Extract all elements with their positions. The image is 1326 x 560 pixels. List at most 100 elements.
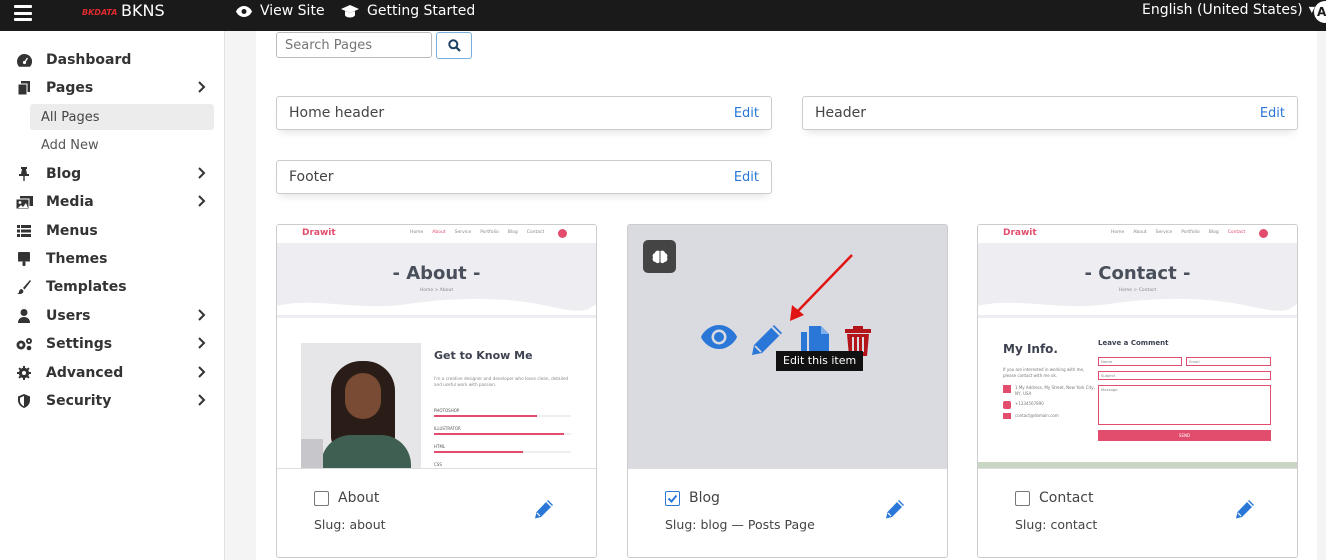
sidebar-item-label: Blog: [46, 166, 82, 182]
thumbnail-link: Blog: [507, 230, 518, 235]
thumbnail-link: Home: [1111, 230, 1125, 235]
list-icon: [14, 225, 34, 237]
sidebar-subitem-add-new[interactable]: Add New: [30, 132, 214, 158]
sidebar-item-label: Dashboard: [46, 52, 132, 68]
view-site-link[interactable]: View Site: [236, 2, 325, 20]
sidebar-item-pages[interactable]: Pages: [14, 75, 214, 101]
address-row: 1 My Address, My Street, New York City, …: [1003, 385, 1099, 396]
eye-icon: [236, 5, 252, 17]
edit-pencil-icon[interactable]: [1235, 499, 1255, 519]
widget-label: Home header: [289, 105, 385, 121]
portrait-image: [301, 343, 421, 468]
page-thumbnail[interactable]: Drawit Home About Service Portfolio Blog…: [277, 225, 596, 469]
edit-tooltip: Edit this item: [776, 351, 864, 371]
gears-icon: [14, 337, 34, 351]
edit-link[interactable]: Edit: [1260, 106, 1285, 121]
sidebar-item-users[interactable]: Users: [14, 303, 214, 329]
sidebar-item-label: Settings: [46, 336, 113, 352]
page-thumbnail[interactable]: Edit this item: [628, 225, 947, 469]
widget-label: Footer: [289, 169, 334, 185]
sidebar-item-label: Menus: [46, 223, 98, 239]
chevron-right-icon: [198, 337, 206, 349]
form-email-field: Email: [1186, 357, 1271, 366]
site-brand[interactable]: BKNS: [121, 1, 165, 21]
avatar[interactable]: A: [1314, 1, 1326, 23]
widget-footer: Footer Edit: [276, 160, 772, 194]
sidebar-item-label: Templates: [46, 279, 127, 295]
getting-started-link[interactable]: Getting Started: [341, 2, 475, 20]
select-checkbox[interactable]: [314, 491, 329, 506]
form-name-field: Name: [1098, 357, 1182, 366]
skill-label: CSS: [434, 462, 442, 467]
search-button[interactable]: [436, 32, 472, 59]
edit-link[interactable]: Edit: [734, 106, 759, 121]
skill-bar: [434, 451, 571, 453]
menu-toggle-icon[interactable]: [14, 5, 32, 21]
thumbnail-brand: Drawit: [1003, 228, 1037, 238]
red-arrow-annotation: [790, 254, 853, 321]
brain-icon: [652, 250, 667, 263]
thumbnail-link: Contact: [526, 230, 545, 235]
card-footer: Blog Slug: blog — Posts Page: [628, 470, 947, 557]
sidebar-item-advanced[interactable]: Advanced: [14, 360, 214, 386]
page-thumbnail[interactable]: Drawit Home About Service Portfolio Blog…: [978, 225, 1297, 469]
sidebar-item-blog[interactable]: Blog: [14, 161, 214, 187]
sidebar-item-label: Users: [46, 308, 91, 324]
ai-brain-button[interactable]: [643, 240, 676, 273]
sidebar-item-settings[interactable]: Settings: [14, 331, 214, 357]
thumbnail-link: Portfolio: [480, 230, 499, 235]
brush-icon: [14, 252, 34, 266]
sidebar-subitem-all-pages[interactable]: All Pages: [30, 104, 214, 130]
page-card-contact: Drawit Home About Service Portfolio Blog…: [977, 224, 1298, 558]
edit-pencil-icon[interactable]: [885, 499, 905, 519]
thumbnail-links: Home About Service Portfolio Blog Contac…: [410, 230, 544, 235]
pages-icon: [14, 81, 34, 95]
thumbnail-breadcrumb: Home > About: [419, 288, 454, 293]
thumbnail-breadcrumb: Home > Contact: [1118, 288, 1157, 293]
thumbnail-links: Home About Service Portfolio Blog Contac…: [1111, 230, 1245, 235]
shield-icon: [14, 394, 34, 408]
thumbnail-link: Portfolio: [1181, 230, 1200, 235]
select-checkbox[interactable]: [665, 491, 680, 506]
edit-link[interactable]: Edit: [734, 170, 759, 185]
pin-icon: [14, 167, 34, 181]
thumbnail-search-icon: [1259, 229, 1268, 238]
card-slug: Slug: contact: [1015, 517, 1098, 532]
location-icon: [1003, 385, 1011, 393]
sidebar-item-menus[interactable]: Menus: [14, 218, 214, 244]
sidebar-item-themes[interactable]: Themes: [14, 246, 214, 272]
widget-label: Header: [815, 105, 866, 121]
edit-pencil-icon[interactable]: [534, 499, 554, 519]
main-content: Home header Edit Header Edit Footer Edit…: [256, 31, 1317, 560]
graduation-cap-icon: [341, 4, 359, 17]
card-title: Blog: [689, 490, 720, 506]
search-input[interactable]: [276, 32, 432, 58]
form-title: Leave a Comment: [1098, 339, 1169, 347]
select-checkbox[interactable]: [1015, 491, 1030, 506]
thumbnail-link: About: [1133, 230, 1147, 235]
user-icon: [14, 309, 34, 323]
thumbnail-hero-title: - About -: [392, 263, 481, 284]
search-icon: [447, 39, 461, 52]
thumbnail-nav: Drawit Home About Service Portfolio Blog…: [978, 225, 1297, 243]
skill-label: HTML: [434, 444, 446, 449]
brand-logo: BKDATA: [82, 8, 118, 17]
phone-icon: [1003, 401, 1011, 409]
view-icon[interactable]: [701, 325, 737, 349]
sidebar-item-security[interactable]: Security: [14, 388, 214, 414]
sidebar-subitem-label: Add New: [41, 137, 99, 153]
sidebar-item-templates[interactable]: Templates: [14, 274, 214, 300]
phone-text: +1234567890: [1015, 401, 1044, 406]
widget-header: Header Edit: [802, 96, 1298, 130]
thumbnail-link: Service: [454, 230, 472, 235]
thumbnail-link: Blog: [1208, 230, 1219, 235]
getting-started-label: Getting Started: [367, 3, 476, 19]
sidebar-item-dashboard[interactable]: Dashboard: [14, 47, 214, 73]
skill-label: PHOTOSHOP: [434, 408, 460, 413]
check-icon: [667, 494, 678, 503]
language-selector[interactable]: English (United States) ▼: [1142, 1, 1315, 19]
card-title: About: [338, 490, 380, 506]
sidebar-item-media[interactable]: Media: [14, 189, 214, 215]
skill-bar: [434, 433, 571, 435]
form-message-field: Message: [1098, 385, 1271, 425]
